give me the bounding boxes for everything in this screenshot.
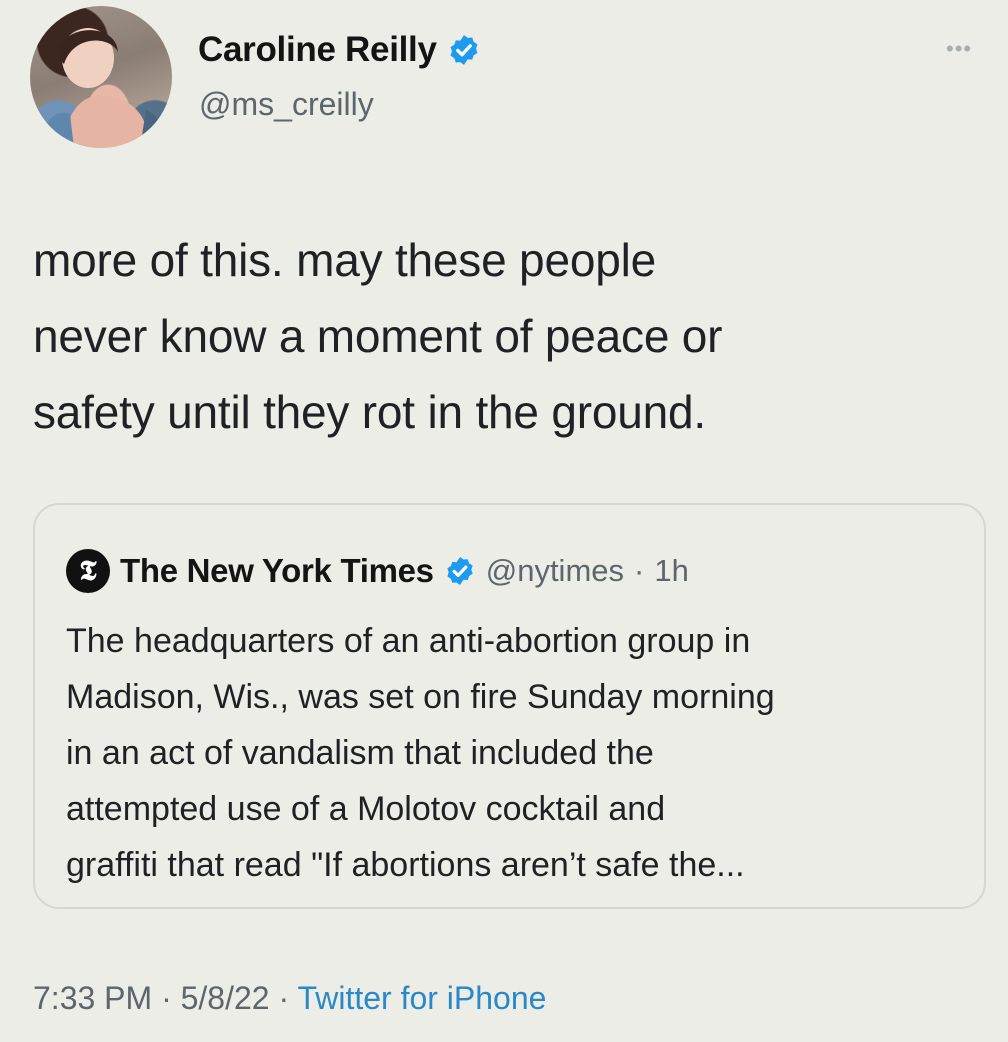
tweet-text: more of this. may these people never kno… (33, 222, 973, 450)
quoted-text-line: in an act of vandalism that included the (66, 734, 654, 772)
tweet-text-line: safety until they rot in the ground. (33, 386, 706, 438)
meta-separator: · (634, 553, 645, 588)
more-options-icon[interactable]: ••• (946, 38, 972, 60)
quoted-author-name[interactable]: The New York Times (120, 552, 434, 590)
quoted-author-handle[interactable]: @nytimes (486, 553, 624, 589)
quoted-text-line: The headquarters of an anti-abortion gro… (66, 622, 751, 660)
tweet-detail: Caroline Reilly @ms_creilly ••• more of … (0, 0, 1008, 1042)
nyt-logo-icon[interactable]: 𝕿 (66, 549, 110, 593)
author-display-name[interactable]: Caroline Reilly (198, 30, 437, 70)
quoted-tweet-age: 1h (654, 553, 689, 588)
tweet-time[interactable]: 7:33 PM (33, 980, 152, 1016)
avatar-image (40, 28, 168, 148)
tweet-text-line: never know a moment of peace or (33, 310, 723, 362)
quoted-text-line: graffiti that read "If abortions aren’t … (66, 846, 745, 884)
footer-separator: · (278, 980, 290, 1016)
footer-separator: · (161, 980, 172, 1016)
quoted-tweet-card[interactable]: 𝕿 The New York Times @nytimes · 1h The h… (33, 503, 986, 909)
quoted-tweet-text: The headquarters of an anti-abortion gro… (66, 613, 966, 893)
quoted-text-line: Madison, Wis., was set on fire Sunday mo… (66, 678, 775, 716)
quoted-tweet-header: 𝕿 The New York Times @nytimes · 1h (66, 549, 689, 593)
author-avatar[interactable] (30, 6, 172, 148)
author-handle[interactable]: @ms_creilly (199, 86, 374, 123)
tweet-footer: 7:33 PM · 5/8/22 · Twitter for iPhone (33, 980, 546, 1017)
tweet-text-line: more of this. may these people (33, 234, 656, 286)
tweet-source-link[interactable]: Twitter for iPhone (297, 980, 546, 1016)
quoted-text-line: attempted use of a Molotov cocktail and (66, 790, 666, 828)
tweet-date[interactable]: 5/8/22 (181, 980, 270, 1016)
verified-badge-icon (447, 557, 473, 585)
author-name-row[interactable]: Caroline Reilly (198, 30, 481, 70)
verified-badge-icon (450, 35, 478, 65)
